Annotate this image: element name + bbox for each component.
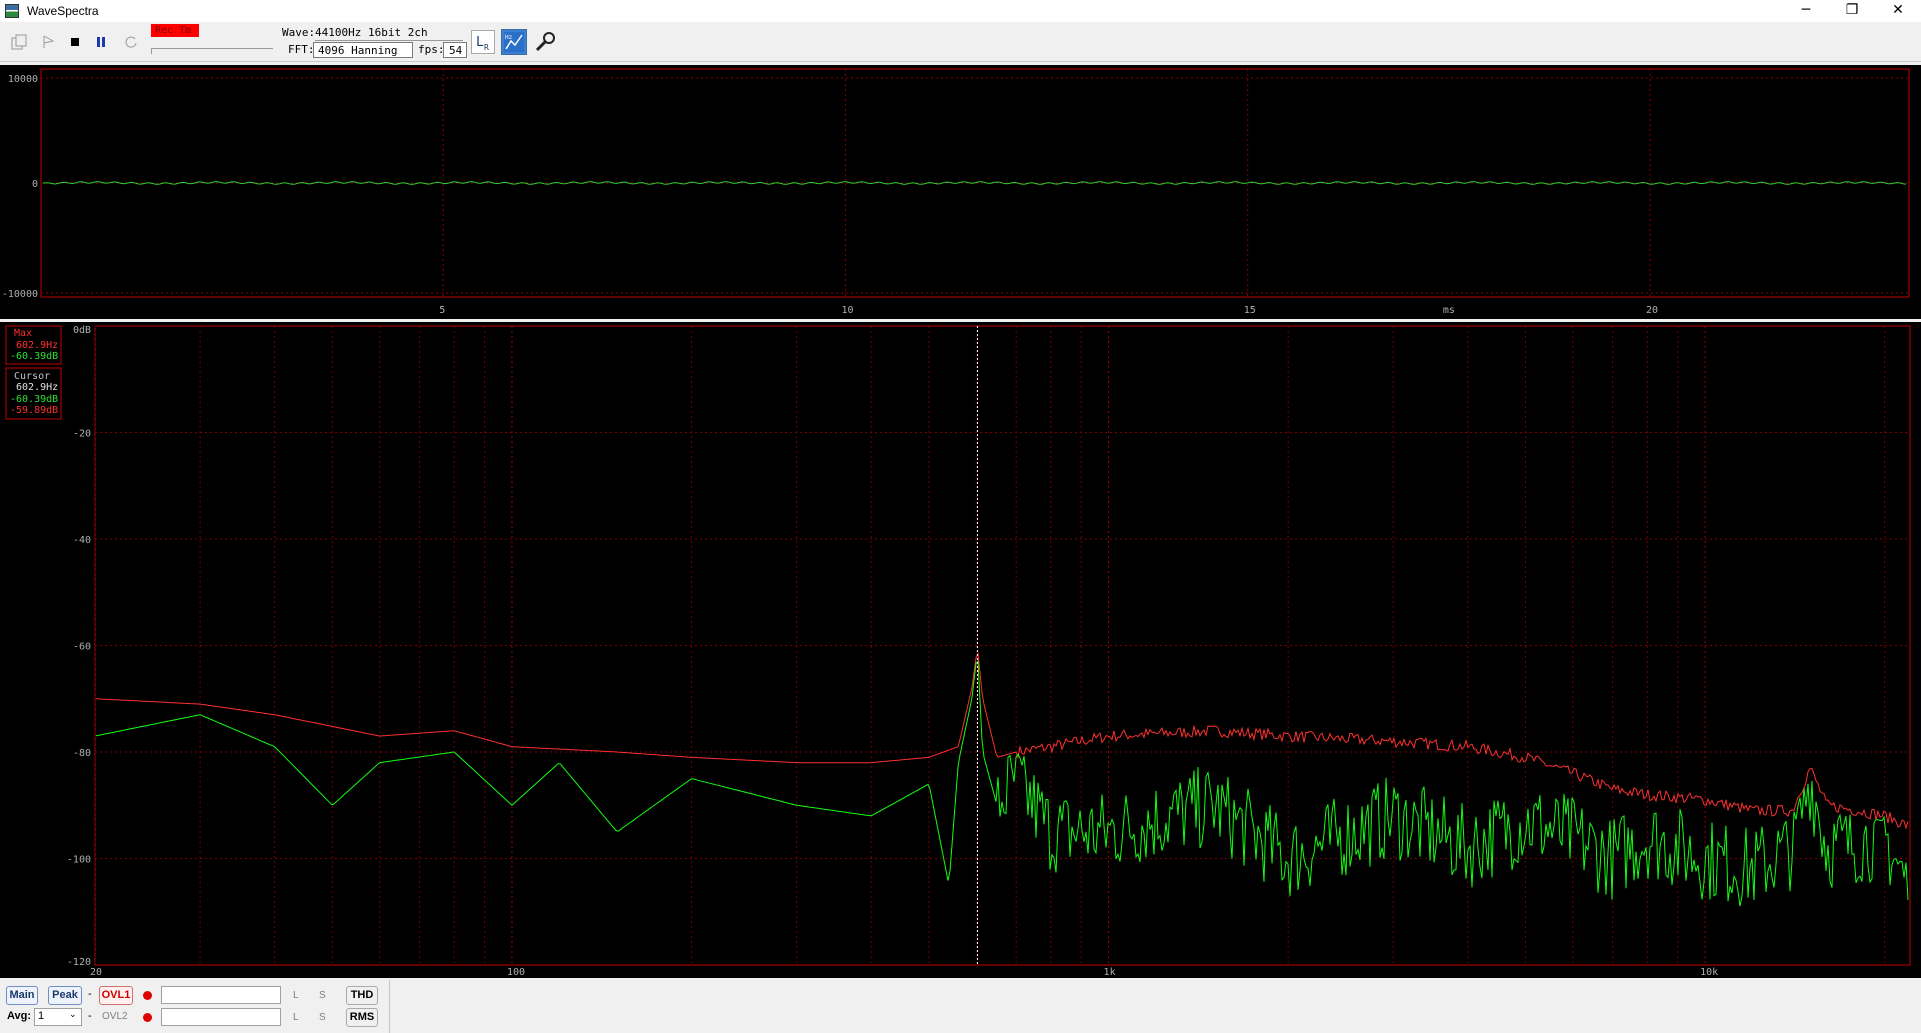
spectrum-plot[interactable]: 0dB -20 -40 -60 -80 -100 -12020 100 1k 10k Max 60…: [0, 322, 1921, 978]
wave-x-unit: ms: [1443, 305, 1455, 316]
waveform-panel[interactable]: 5 10 15 20 ms 10000 0 -10000: [0, 65, 1921, 319]
minimize-button[interactable]: ─: [1783, 0, 1829, 22]
spec-x-tick: 10k: [1700, 967, 1718, 978]
rec-time-indicator: Rec Tm: [151, 24, 199, 37]
spec-y-tick: -100: [67, 855, 91, 866]
ovl1-record-icon[interactable]: [143, 991, 152, 1000]
spec-y-tick: -60: [73, 642, 91, 653]
ovl2-save-button[interactable]: S: [319, 1012, 326, 1023]
wave-label: Wave:: [282, 26, 316, 39]
svg-text:R: R: [484, 43, 489, 52]
close-button[interactable]: ✕: [1875, 0, 1921, 22]
loop-icon[interactable]: [120, 31, 142, 53]
spec-y-tick: -40: [73, 535, 91, 546]
ovl1-save-button[interactable]: S: [319, 990, 326, 1001]
bottom-controls: Main Peak - OVL1 L S THD Avg: 1 ⌄ - OVL2…: [0, 980, 1921, 1033]
toolbar: Rec Tm Wave: 44100Hz 16bit 2ch FFT: 4096…: [0, 22, 1921, 62]
open-icon[interactable]: [8, 31, 30, 53]
max-hold-series: [95, 652, 1909, 830]
wave-x-tick: 10: [841, 305, 853, 316]
svg-text:L: L: [476, 35, 484, 50]
play-icon[interactable]: [38, 31, 60, 53]
max-db: -60.39dB: [10, 351, 58, 362]
ovl2-button[interactable]: OVL2: [102, 1011, 128, 1022]
max-label: Max: [14, 328, 32, 339]
spectrum-panel[interactable]: 0dB -20 -40 -60 -80 -100 -120 20 100 1k 10k Max 60…: [0, 322, 1921, 978]
cursor-freq: 602.9Hz: [16, 382, 58, 393]
level-slider[interactable]: [151, 48, 273, 54]
live-spectrum-series: [95, 660, 1909, 907]
spec-y-tick: -120: [67, 957, 91, 968]
fft-size-field[interactable]: 4096 Hanning: [313, 42, 413, 58]
avg-label: Avg:: [7, 1010, 32, 1022]
app-icon: [5, 4, 19, 18]
fps-field: 54: [443, 42, 467, 58]
spec-y-tick: -20: [73, 429, 91, 440]
cursor-db-1: -60.39dB: [10, 394, 58, 405]
stop-icon[interactable]: [64, 31, 86, 53]
wave-y-tick: 10000: [8, 74, 38, 85]
separator-dash: -: [88, 988, 92, 1000]
cursor-label: Cursor: [14, 371, 50, 382]
thd-button[interactable]: THD: [346, 986, 378, 1005]
separator-dash-2: -: [88, 1010, 92, 1022]
waveform-plot[interactable]: 5 10 15 20 ms 10000 0 -10000: [0, 65, 1921, 319]
cursor-info-box: Cursor 602.9Hz -60.39dB -59.89dB: [5, 367, 62, 420]
ovl2-record-icon[interactable]: [143, 1013, 152, 1022]
ovl2-file-field[interactable]: [161, 1008, 281, 1026]
window-title: WaveSpectra: [27, 4, 99, 18]
chevron-down-icon: ⌄: [69, 1009, 77, 1019]
wave-x-tick: 15: [1244, 305, 1256, 316]
wave-y-tick: 0: [32, 179, 38, 190]
rms-button[interactable]: RMS: [346, 1008, 378, 1027]
spec-x-tick: 100: [507, 967, 525, 978]
max-info-box: Max 602.9Hz -60.39dB: [5, 325, 62, 365]
spec-x-tick: 20: [90, 967, 102, 978]
max-freq: 602.9Hz: [16, 340, 58, 351]
title-bar: WaveSpectra ─ ❐ ✕: [0, 0, 1921, 22]
fps-label: fps:: [418, 43, 445, 56]
svg-text:Hz: Hz: [505, 34, 513, 41]
lr-icon[interactable]: LR: [471, 30, 495, 54]
avg-select[interactable]: 1 ⌄: [34, 1008, 82, 1026]
spec-y-tick: 0dB: [73, 325, 91, 336]
wave-x-tick: 20: [1646, 305, 1658, 316]
peak-button[interactable]: Peak: [48, 986, 82, 1005]
pause-icon[interactable]: [90, 31, 112, 53]
wave-y-tick: -10000: [2, 289, 38, 300]
spec-y-tick: -80: [73, 748, 91, 759]
ovl1-load-button[interactable]: L: [293, 990, 299, 1001]
spectrum-settings-icon[interactable]: Hz: [501, 29, 527, 55]
fft-label: FFT:: [288, 43, 315, 56]
ovl1-button[interactable]: OVL1: [99, 986, 133, 1005]
ovl2-load-button[interactable]: L: [293, 1012, 299, 1023]
main-button[interactable]: Main: [6, 986, 38, 1005]
wrench-icon[interactable]: [533, 30, 557, 54]
ovl1-file-field[interactable]: [161, 986, 281, 1004]
restore-button[interactable]: ❐: [1829, 0, 1875, 22]
spec-x-tick: 1k: [1104, 967, 1116, 978]
cursor-db-2: -59.89dB: [10, 405, 58, 416]
wave-x-tick: 5: [439, 305, 445, 316]
wave-format-value: 44100Hz 16bit 2ch: [315, 26, 428, 39]
